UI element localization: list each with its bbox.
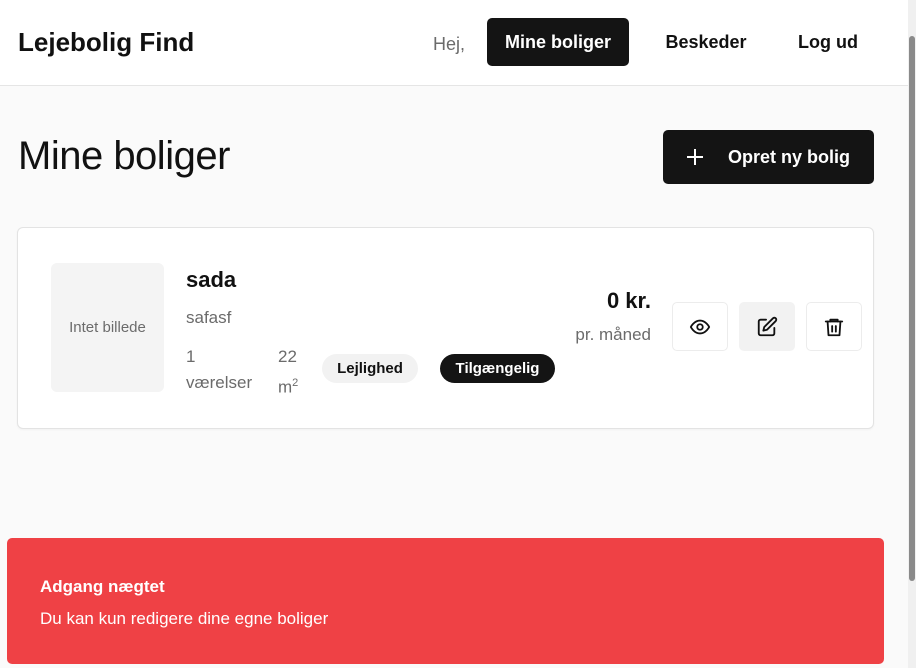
create-listing-button[interactable]: Opret ny bolig	[663, 130, 874, 184]
nav-messages-button[interactable]: Beskeder	[650, 18, 762, 66]
page-title: Mine boliger	[18, 134, 230, 178]
listing-price-unit: pr. måned	[575, 325, 651, 344]
edit-icon	[757, 316, 778, 336]
rooms-count: 1	[186, 347, 196, 366]
view-listing-button[interactable]	[672, 302, 728, 351]
toast-message: Du kan kun redigere dine egne boliger	[40, 609, 329, 628]
error-toast[interactable]: Adgang nægtet Du kan kun redigere dine e…	[7, 538, 884, 664]
toast-title: Adgang nægtet	[40, 577, 165, 596]
listing-type-badge: Lejlighed	[322, 354, 418, 383]
size-unit: m2	[278, 377, 299, 397]
greeting-text: Hej,	[433, 34, 466, 54]
listing-card: Intet billede sada safasf 1 værelser 22 …	[17, 227, 874, 429]
listing-size: 22 m2	[278, 344, 318, 401]
brand-logo-text[interactable]: Lejebolig Find	[18, 27, 194, 58]
nav-logout-button[interactable]: Log ud	[781, 18, 875, 66]
rooms-label: værelser	[186, 373, 253, 392]
listing-rooms: 1 værelser	[186, 344, 266, 396]
plus-icon	[687, 149, 703, 165]
edit-listing-button[interactable]	[739, 302, 795, 351]
listing-title: sada	[186, 267, 237, 292]
listing-price: 0 kr.	[606, 288, 651, 313]
create-listing-label: Opret ny bolig	[728, 146, 851, 167]
nav-my-listings-button[interactable]: Mine boliger	[487, 18, 629, 66]
trash-icon	[824, 318, 844, 336]
scrollbar-thumb[interactable]	[909, 36, 915, 581]
top-navbar: Lejebolig Find Hej, Mine boliger Beskede…	[0, 0, 908, 86]
eye-icon	[689, 319, 711, 334]
page-scrollbar[interactable]	[908, 0, 916, 668]
listing-status-badge: Tilgængelig	[440, 354, 555, 383]
delete-listing-button[interactable]	[806, 302, 862, 351]
listing-description: safasf	[186, 308, 232, 327]
listing-image-placeholder: Intet billede	[51, 263, 164, 392]
size-value: 22	[278, 347, 297, 366]
